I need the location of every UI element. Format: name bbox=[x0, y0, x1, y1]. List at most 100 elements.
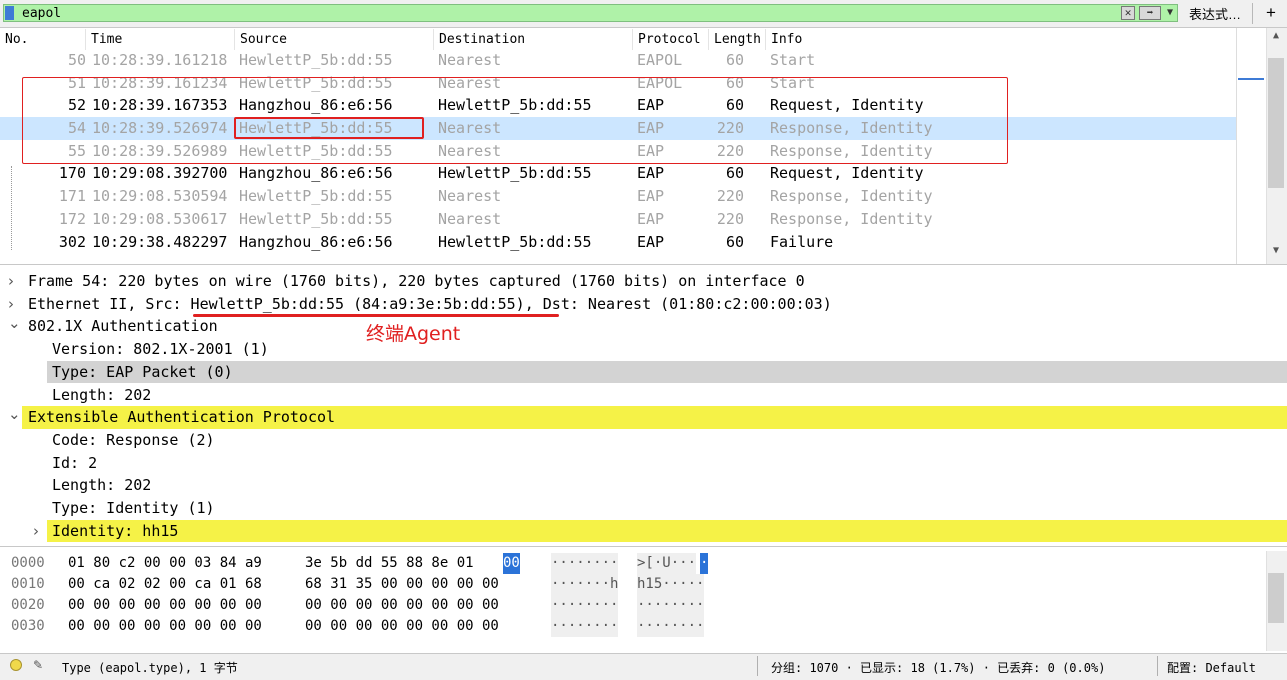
detail-tree-item[interactable]: › Frame 54: 220 bytes on wire (1760 bits)… bbox=[0, 270, 1287, 293]
conversation-bracket-line bbox=[11, 166, 13, 250]
detail-text: Code: Response (2) bbox=[52, 430, 215, 449]
column-header-protocol[interactable]: Protocol bbox=[633, 29, 709, 50]
column-header-no[interactable]: No. bbox=[0, 29, 86, 50]
packet-row[interactable]: 170 10:29:08.392700 Hangzhou_86:e6:56 Hewle… bbox=[0, 162, 1266, 185]
bytes-ascii: ········ bbox=[551, 553, 619, 574]
add-filter-button[interactable]: + bbox=[1266, 3, 1276, 23]
apply-filter-icon[interactable]: ➡ bbox=[1139, 6, 1161, 20]
packet-cell-src: HewlettP_5b:dd:55 bbox=[239, 187, 393, 206]
packet-cell-time: 10:28:39.161218 bbox=[92, 51, 228, 69]
bytes-row[interactable]: 0030 00 00 00 00 00 00 00 00 00 00 00 00 0… bbox=[0, 616, 1260, 637]
packet-minimap[interactable] bbox=[1236, 28, 1267, 264]
packet-cell-len: 60 bbox=[725, 164, 744, 183]
collapse-arrow-icon[interactable]: › bbox=[8, 270, 14, 293]
bytes-row[interactable]: 0020 00 00 00 00 00 00 00 00 00 00 00 00 0… bbox=[0, 595, 1260, 616]
packet-cell-dst: Nearest bbox=[438, 187, 502, 206]
packet-row[interactable]: 302 10:29:38.482297 Hangzhou_86:e6:56 Hewle… bbox=[0, 231, 1266, 254]
scroll-down-icon[interactable]: ▼ bbox=[1266, 245, 1286, 261]
detail-text: Id: 2 bbox=[52, 453, 98, 472]
annotation-box-source bbox=[234, 117, 424, 139]
packet-row[interactable]: 171 10:29:08.530594 HewlettP_5b:dd:55 Neare… bbox=[0, 185, 1266, 208]
status-divider bbox=[757, 656, 758, 676]
detail-text: Length: 202 bbox=[52, 476, 152, 495]
annotation-box-rows bbox=[22, 77, 1008, 164]
column-header-destination[interactable]: Destination bbox=[434, 29, 633, 50]
packet-cell-len: 60 bbox=[725, 51, 744, 69]
packet-list-scroll-thumb[interactable] bbox=[1268, 58, 1284, 188]
scroll-up-icon[interactable]: ▲ bbox=[1266, 30, 1286, 46]
detail-tree-item[interactable]: › Identity: hh15 bbox=[0, 519, 1287, 543]
bytes-ascii-selected: · bbox=[700, 553, 709, 574]
packet-cell-dst: HewlettP_5b:dd:55 bbox=[438, 232, 592, 251]
bytes-hex-selected: 00 bbox=[503, 553, 520, 574]
column-header-source[interactable]: Source bbox=[235, 29, 434, 50]
detail-tree-item[interactable]: Version: 802.1X-2001 (1) bbox=[0, 338, 1287, 361]
detail-tree-item[interactable]: ⌄ Extensible Authentication Protocol bbox=[0, 403, 1287, 429]
status-bar: ✎ Type (eapol.type), 1 字节 分组: 1070 · 已显示… bbox=[0, 653, 1287, 680]
detail-tree-item[interactable]: › Ethernet II, Src: HewlettP_5b:dd:55 (84… bbox=[0, 293, 1287, 316]
detail-tree-item[interactable]: Id: 2 bbox=[0, 452, 1287, 475]
bookmark-icon[interactable] bbox=[5, 6, 14, 20]
capture-comment-icon[interactable]: ✎ bbox=[33, 658, 47, 672]
packet-cell-time: 10:29:08.530594 bbox=[92, 187, 228, 206]
packet-cell-time: 10:29:08.392700 bbox=[92, 164, 228, 183]
bytes-ascii: >[·U··· bbox=[637, 553, 697, 574]
packet-row[interactable]: 172 10:29:08.530617 HewlettP_5b:dd:55 Neare… bbox=[0, 208, 1266, 231]
detail-tree-item[interactable]: Code: Response (2) bbox=[0, 429, 1287, 452]
collapse-arrow-icon[interactable]: › bbox=[33, 520, 39, 543]
packet-cell-len: 220 bbox=[716, 209, 744, 228]
detail-text: Type: EAP Packet (0) bbox=[52, 362, 233, 381]
filter-history-dropdown-icon[interactable]: ▼ bbox=[1164, 6, 1176, 20]
annotation-underline bbox=[193, 314, 559, 317]
bytes-row[interactable]: 0000 01 80 c2 00 00 03 84 a9 3e 5b dd 55 8… bbox=[0, 553, 1260, 574]
bytes-offset: 0030 bbox=[11, 618, 45, 634]
packet-cell-proto: EAPOL bbox=[637, 51, 683, 69]
packet-cell-time: 10:29:08.530617 bbox=[92, 209, 228, 228]
filter-input[interactable] bbox=[22, 4, 1102, 22]
detail-tree-item[interactable]: Type: EAP Packet (0) bbox=[0, 360, 1287, 384]
expression-button[interactable]: 表达式… bbox=[1189, 4, 1241, 23]
status-divider bbox=[1157, 656, 1158, 676]
bytes-row[interactable]: 0010 00 ca 02 02 00 ca 01 68 68 31 35 00 0… bbox=[0, 574, 1260, 595]
column-header-info[interactable]: Info bbox=[766, 29, 1236, 50]
clear-filter-icon[interactable]: ✕ bbox=[1121, 6, 1135, 20]
detail-tree-item[interactable]: Type: Identity (1) bbox=[0, 497, 1287, 520]
bytes-ascii: ········ bbox=[551, 595, 619, 616]
expert-info-icon[interactable] bbox=[10, 659, 22, 671]
bytes-offset: 0000 bbox=[11, 555, 45, 571]
bytes-hex: 00 00 00 00 00 00 00 00 bbox=[305, 618, 499, 634]
detail-highlight bbox=[47, 519, 1287, 543]
toolbar-divider bbox=[1252, 3, 1253, 24]
detail-text: Ethernet II, Src: HewlettP_5b:dd:55 (84:… bbox=[28, 294, 832, 313]
packet-cell-info: Failure bbox=[770, 232, 834, 251]
packet-cell-src: HewlettP_5b:dd:55 bbox=[239, 209, 393, 228]
expand-arrow-icon[interactable]: ⌄ bbox=[8, 403, 21, 426]
annotation-label: 终端Agent bbox=[366, 323, 461, 345]
detail-text: 802.1X Authentication bbox=[28, 317, 218, 336]
status-profile[interactable]: 配置: Default bbox=[1167, 659, 1256, 676]
packet-cell-info: Request, Identity bbox=[770, 164, 924, 183]
expand-arrow-icon[interactable]: ⌄ bbox=[8, 312, 21, 335]
detail-tree-item[interactable]: Length: 202 bbox=[0, 384, 1287, 407]
detail-tree-item[interactable]: ⌄ 802.1X Authentication bbox=[0, 312, 1287, 338]
bytes-hex: 00 00 00 00 00 00 00 00 bbox=[68, 597, 262, 613]
detail-highlight bbox=[47, 360, 1287, 384]
packet-cell-len: 60 bbox=[725, 232, 744, 251]
bytes-offset: 0010 bbox=[11, 576, 45, 592]
packet-row[interactable]: 50 10:28:39.161218 HewlettP_5b:dd:55 Neares… bbox=[0, 49, 1266, 72]
packet-cell-info: Response, Identity bbox=[770, 187, 933, 206]
detail-tree-item[interactable]: Length: 202 bbox=[0, 474, 1287, 497]
bytes-scroll-thumb[interactable] bbox=[1268, 573, 1284, 623]
column-header-time[interactable]: Time bbox=[86, 29, 235, 50]
packet-cell-src: HewlettP_5b:dd:55 bbox=[239, 51, 393, 69]
bytes-ascii: ·······h bbox=[551, 574, 619, 595]
packet-cell-dst: Nearest bbox=[438, 51, 502, 69]
column-header-length[interactable]: Length bbox=[709, 29, 766, 50]
packet-cell-info: Start bbox=[770, 51, 816, 69]
packet-cell-info: Response, Identity bbox=[770, 209, 933, 228]
detail-text: Frame 54: 220 bytes on wire (1760 bits),… bbox=[28, 272, 805, 290]
minimap-position-marker bbox=[1238, 78, 1264, 80]
packet-cell-time: 10:29:38.482297 bbox=[92, 232, 228, 251]
packet-bytes-pane: 0000 01 80 c2 00 00 03 84 a9 3e 5b dd 55 8… bbox=[0, 551, 1287, 651]
packet-cell-no: 50 bbox=[67, 51, 86, 69]
